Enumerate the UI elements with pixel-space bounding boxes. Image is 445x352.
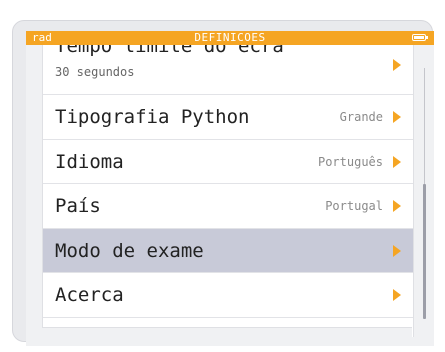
list-item-value: Grande xyxy=(339,110,383,124)
chevron-right-icon xyxy=(393,289,401,301)
calculator-screen: rad DEFINICOES Tempo limite do ecrã 30 s… xyxy=(26,31,434,346)
battery-full-icon xyxy=(412,34,428,41)
list-item-label: País xyxy=(55,195,101,217)
status-bar: rad DEFINICOES xyxy=(26,31,434,45)
list-item-label: Acerca xyxy=(55,284,124,306)
list-item-value: Português xyxy=(317,155,383,169)
chevron-right-icon xyxy=(393,111,401,123)
page-title: DEFINICOES xyxy=(194,31,266,44)
list-item-language[interactable]: Idioma Português xyxy=(43,140,413,184)
scrollbar-thumb[interactable] xyxy=(423,184,426,319)
list-item-python-font[interactable]: Tipografia Python Grande xyxy=(43,95,413,140)
chevron-right-icon xyxy=(393,156,401,168)
list-item-label: Tempo limite do ecrã xyxy=(55,45,284,57)
chevron-right-icon xyxy=(393,59,401,71)
list-item-label: Tipografia Python xyxy=(55,106,250,128)
list-item-value: Portugal xyxy=(325,199,383,213)
settings-list: Tempo limite do ecrã 30 segundos Tipogra… xyxy=(42,45,414,337)
list-item-sublabel: 30 segundos xyxy=(55,65,135,79)
chevron-right-icon xyxy=(393,200,401,212)
list-footer xyxy=(42,327,412,346)
list-item-exam-mode[interactable]: Modo de exame xyxy=(43,229,413,273)
list-item-label: Modo de exame xyxy=(55,240,204,262)
list-item-screen-timeout[interactable]: Tempo limite do ecrã 30 segundos xyxy=(43,45,413,95)
list-item-country[interactable]: País Portugal xyxy=(43,184,413,229)
list-item-label: Idioma xyxy=(55,151,124,173)
chevron-right-icon xyxy=(393,245,401,257)
list-item-about[interactable]: Acerca xyxy=(43,273,413,318)
